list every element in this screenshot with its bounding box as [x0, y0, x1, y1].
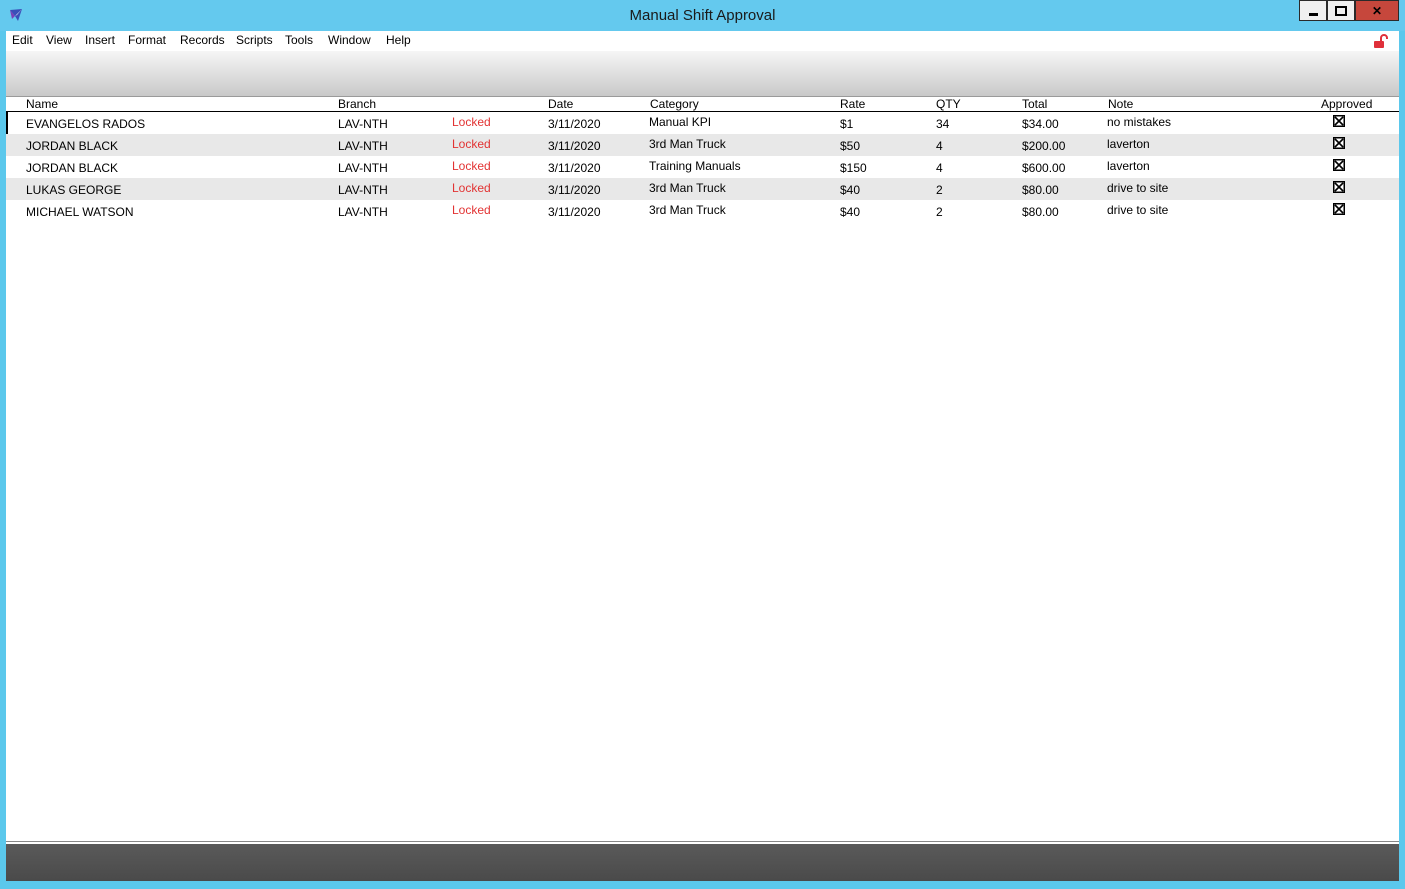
header-approved: Approved — [1321, 97, 1373, 111]
close-icon: ✕ — [1371, 3, 1383, 18]
menu-view[interactable]: View — [46, 33, 72, 47]
checked-box-icon[interactable] — [1333, 203, 1345, 215]
table-row[interactable]: LUKAS GEORGE LAV-NTH Locked 3/11/2020 3r… — [6, 178, 1399, 200]
cell-name[interactable]: JORDAN BLACK — [26, 139, 118, 153]
cell-branch[interactable]: LAV-NTH — [338, 117, 388, 131]
checked-box-icon[interactable] — [1333, 181, 1345, 193]
cell-name[interactable]: JORDAN BLACK — [26, 161, 118, 175]
cell-branch[interactable]: LAV-NTH — [338, 139, 388, 153]
title-bar: Manual Shift Approval ✕ — [0, 0, 1405, 31]
cell-branch[interactable]: LAV-NTH — [338, 205, 388, 219]
cell-rate[interactable]: $150 — [840, 161, 867, 175]
cell-qty[interactable]: 4 — [936, 161, 943, 175]
cell-status: Locked — [452, 181, 491, 195]
cell-qty[interactable]: 34 — [936, 117, 949, 131]
cell-note[interactable]: drive to site — [1107, 181, 1168, 195]
menu-records[interactable]: Records — [180, 33, 225, 47]
cell-note[interactable]: no mistakes — [1107, 115, 1171, 129]
cell-total[interactable]: $200.00 — [1022, 139, 1065, 153]
table-row[interactable]: EVANGELOS RADOS LAV-NTH Locked 3/11/2020… — [6, 112, 1399, 134]
header-qty: QTY — [936, 97, 961, 111]
header-rate: Rate — [840, 97, 866, 111]
cell-name[interactable]: LUKAS GEORGE — [26, 183, 121, 197]
cell-qty[interactable]: 4 — [936, 139, 943, 153]
cell-rate[interactable]: $1 — [840, 117, 853, 131]
cell-status: Locked — [452, 115, 491, 129]
header-total: Total — [1022, 97, 1048, 111]
app-window: Edit View Insert Format Records Scripts … — [6, 31, 1399, 881]
menu-help[interactable]: Help — [386, 33, 411, 47]
menu-insert[interactable]: Insert — [85, 33, 115, 47]
cell-category[interactable]: 3rd Man Truck — [649, 137, 726, 151]
header-category: Category — [650, 97, 699, 111]
cell-rate[interactable]: $50 — [840, 139, 860, 153]
menu-format[interactable]: Format — [128, 33, 166, 47]
cell-branch[interactable]: LAV-NTH — [338, 183, 388, 197]
cell-qty[interactable]: 2 — [936, 183, 943, 197]
header-date: Date — [548, 97, 574, 111]
cell-status: Locked — [452, 137, 491, 151]
header-name: Name — [26, 97, 59, 111]
cell-total[interactable]: $80.00 — [1022, 183, 1059, 197]
cell-name[interactable]: EVANGELOS RADOS — [26, 117, 145, 131]
table-header: Name Branch Date Category Rate QTY Total… — [6, 97, 1399, 112]
header-note: Note — [1108, 97, 1134, 111]
table-row[interactable]: JORDAN BLACK LAV-NTH Locked 3/11/2020 Tr… — [6, 156, 1399, 178]
cell-total[interactable]: $80.00 — [1022, 205, 1059, 219]
cell-rate[interactable]: $40 — [840, 205, 860, 219]
header-branch: Branch — [338, 97, 377, 111]
cell-note[interactable]: laverton — [1107, 137, 1150, 151]
cell-note[interactable]: drive to site — [1107, 203, 1168, 217]
table-row[interactable]: JORDAN BLACK LAV-NTH Locked 3/11/2020 3r… — [6, 134, 1399, 156]
unlocked-padlock-icon[interactable] — [1373, 33, 1389, 49]
cell-rate[interactable]: $40 — [840, 183, 860, 197]
cell-category[interactable]: Training Manuals — [649, 159, 741, 173]
checked-box-icon[interactable] — [1333, 159, 1345, 171]
footer-bar — [6, 844, 1399, 881]
content-bottom-border — [6, 841, 1399, 842]
cell-name[interactable]: MICHAEL WATSON — [26, 205, 134, 219]
cell-total[interactable]: $600.00 — [1022, 161, 1065, 175]
cell-status: Locked — [452, 159, 491, 173]
cell-category[interactable]: 3rd Man Truck — [649, 181, 726, 195]
table-row[interactable]: MICHAEL WATSON LAV-NTH Locked 3/11/2020 … — [6, 200, 1399, 222]
checked-box-icon[interactable] — [1333, 137, 1345, 149]
minimize-button[interactable] — [1299, 0, 1327, 21]
minimize-icon — [1308, 13, 1318, 16]
cell-date[interactable]: 3/11/2020 — [548, 205, 601, 219]
cell-category[interactable]: 3rd Man Truck — [649, 203, 726, 217]
checked-box-icon[interactable] — [1333, 115, 1345, 127]
cell-branch[interactable]: LAV-NTH — [338, 161, 388, 175]
status-toolbar — [6, 51, 1399, 97]
maximize-icon — [1335, 5, 1347, 16]
maximize-button[interactable] — [1327, 0, 1355, 21]
menu-tools[interactable]: Tools — [285, 33, 313, 47]
cell-date[interactable]: 3/11/2020 — [548, 161, 601, 175]
cell-status: Locked — [452, 203, 491, 217]
cell-date[interactable]: 3/11/2020 — [548, 139, 601, 153]
cell-total[interactable]: $34.00 — [1022, 117, 1059, 131]
close-button[interactable]: ✕ — [1355, 0, 1399, 21]
menu-edit[interactable]: Edit — [12, 33, 33, 47]
cell-note[interactable]: laverton — [1107, 159, 1150, 173]
menu-window[interactable]: Window — [328, 33, 371, 47]
cell-qty[interactable]: 2 — [936, 205, 943, 219]
window-title: Manual Shift Approval — [629, 7, 776, 24]
cell-date[interactable]: 3/11/2020 — [548, 117, 601, 131]
cell-category[interactable]: Manual KPI — [649, 115, 711, 129]
menu-scripts[interactable]: Scripts — [236, 33, 273, 47]
cell-date[interactable]: 3/11/2020 — [548, 183, 601, 197]
menu-bar: Edit View Insert Format Records Scripts … — [6, 31, 1399, 51]
